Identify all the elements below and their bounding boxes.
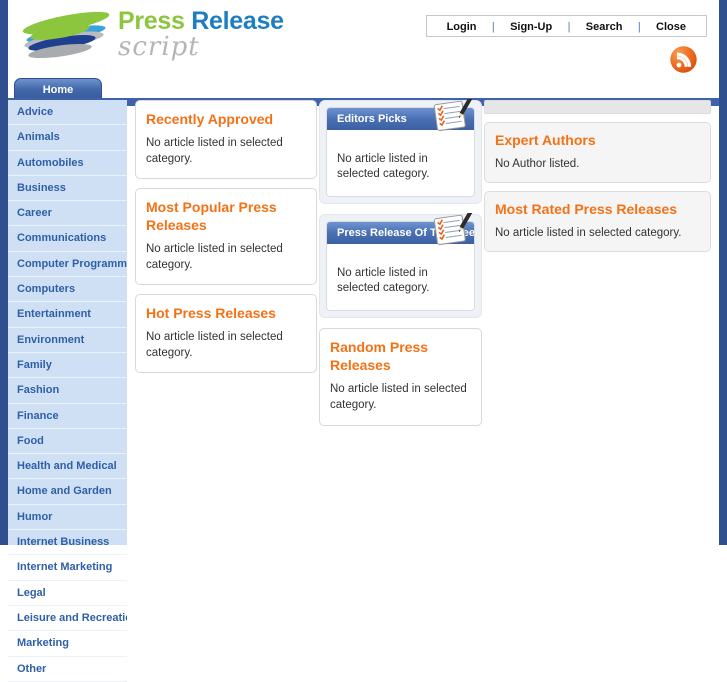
nav-signup-link[interactable]: Sign-Up [498,17,564,37]
content-column-3: Expert Authors No Author listed. Most Ra… [484,100,711,260]
sidebar-item-advice[interactable]: Advice [8,100,127,125]
logo-word-press: Press [118,7,185,35]
panel-body: No article listed in selected category. [146,135,306,167]
content-column-2: Editors Picks No article listed in selec… [319,100,482,426]
sidebar-item-family[interactable]: Family [8,353,127,378]
nav-search-link[interactable]: Search [574,17,635,37]
notepad-pencil-icon [433,99,479,135]
panel-random-press-releases: Random Press Releases No article listed … [319,328,482,426]
rss-icon[interactable] [670,46,697,73]
sidebar-item-health-and-medical[interactable]: Health and Medical [8,454,127,479]
panel-body: No article listed in selected category. [327,244,474,310]
sidebar-item-automobiles[interactable]: Automobiles [8,151,127,176]
logo-word-release: Release [191,7,283,35]
sidebar-item-finance[interactable]: Finance [8,404,127,429]
sidebar-item-business[interactable]: Business [8,176,127,201]
page-frame: Press Release script Login | Sign-Up | S… [8,0,719,545]
sidebar-item-legal[interactable]: Legal [8,581,127,606]
panel-body: No article listed in selected category. [330,381,471,413]
nav-login-link[interactable]: Login [435,17,489,37]
tab-strip: Home [8,78,719,100]
panel-title: Most Popular Press Releases [146,198,306,234]
panel-recently-approved: Recently Approved No article listed in s… [135,100,317,179]
sidebar-item-computer-programming[interactable]: Computer Programming [8,252,127,277]
nav-separator: | [568,17,571,37]
sidebar-item-internet-marketing[interactable]: Internet Marketing [8,555,127,580]
sidebar-item-leisure-and-recreation[interactable]: Leisure and Recreation [8,606,127,631]
panel-body: No Author listed. [495,156,700,172]
panel-title: Random Press Releases [330,338,471,374]
tab-home[interactable]: Home [14,78,102,98]
page-root: Press Release script Login | Sign-Up | S… [0,0,727,545]
panel-body: No article listed in selected category. [146,329,306,361]
panel-editors-picks: Editors Picks No article listed in selec… [319,100,482,204]
category-sidebar: Advice Animals Automobiles Business Care… [8,100,127,545]
panel-expert-authors: Expert Authors No Author listed. [484,122,711,183]
panel-random-press-releases-wrap: Random Press Releases No article listed … [319,328,482,426]
sidebar-item-humor[interactable]: Humor [8,505,127,530]
sidebar-item-computers[interactable]: Computers [8,277,127,302]
site-logo[interactable]: Press Release script [20,6,350,70]
sidebar-item-environment[interactable]: Environment [8,328,127,353]
panel-body: No article listed in selected category. [495,225,700,241]
panel-title: Hot Press Releases [146,304,306,322]
panel-most-rated-press-releases: Most Rated Press Releases No article lis… [484,191,711,252]
logo-wordmark: Press Release script [118,8,284,61]
sidebar-item-home-and-garden[interactable]: Home and Garden [8,479,127,504]
logo-line-2: script [118,33,284,61]
sidebar-item-entertainment[interactable]: Entertainment [8,302,127,327]
column3-header-bar [484,100,711,114]
panel-title: Expert Authors [495,131,700,149]
sidebar-item-communications[interactable]: Communications [8,226,127,251]
content-column-1: Recently Approved No article listed in s… [135,100,317,382]
nav-separator: | [638,17,641,37]
nav-close-link[interactable]: Close [644,17,698,37]
panel-body: No article listed in selected category. [146,241,306,273]
page-body: Advice Animals Automobiles Business Care… [8,100,719,545]
notepad-pencil-icon [433,213,479,249]
panel-title: Most Rated Press Releases [495,200,700,218]
panel-most-popular-press-releases: Most Popular Press Releases No article l… [135,188,317,285]
sidebar-item-internet-business[interactable]: Internet Business [8,530,127,555]
sidebar-item-fashion[interactable]: Fashion [8,378,127,403]
nav-separator: | [492,17,495,37]
panel-title: Recently Approved [146,110,306,128]
panel-press-release-of-the-week: Press Release Of The Week No article lis… [319,214,482,318]
top-navigation: Login | Sign-Up | Search | Close [426,15,707,37]
site-header: Press Release script Login | Sign-Up | S… [8,0,719,78]
sidebar-item-other[interactable]: Other [8,657,127,682]
sidebar-item-career[interactable]: Career [8,201,127,226]
panel-body: No article listed in selected category. [327,130,474,196]
panel-hot-press-releases: Hot Press Releases No article listed in … [135,294,317,373]
logo-swoosh-icon [20,10,112,62]
logo-line-1: Press Release [118,8,284,35]
sidebar-item-animals[interactable]: Animals [8,125,127,150]
sidebar-item-food[interactable]: Food [8,429,127,454]
sidebar-item-marketing[interactable]: Marketing [8,631,127,656]
